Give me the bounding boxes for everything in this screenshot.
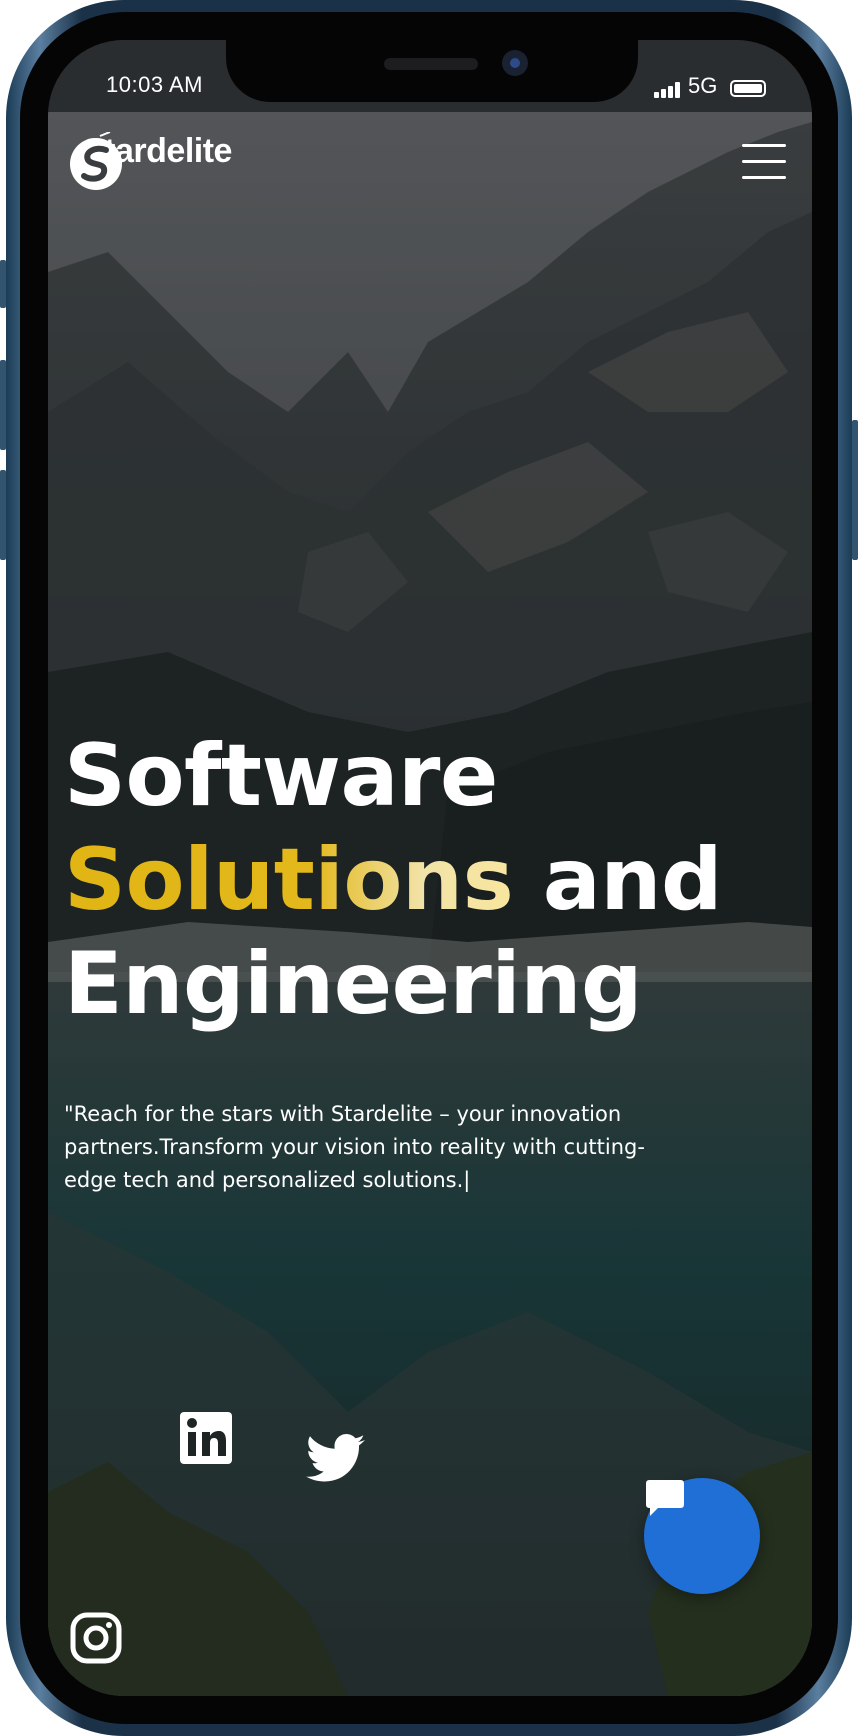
battery-icon (730, 80, 766, 97)
power-button (852, 420, 858, 560)
volume-down-button (0, 470, 6, 560)
hero-section: Stardelite Software Solutions and Engine… (48, 112, 812, 1696)
headline-and: and (513, 830, 723, 930)
linkedin-icon (180, 1412, 232, 1464)
notch (226, 40, 638, 102)
headline-line-2: Solutions and (64, 828, 723, 932)
volume-up-button (0, 360, 6, 450)
chat-button[interactable] (644, 1478, 760, 1594)
network-label: 5G (688, 73, 718, 98)
screen: 10:03 AM 5G Stardelite Software Solution… (48, 40, 812, 1696)
headline-accent: Solutions (64, 830, 514, 930)
hamburger-menu-icon[interactable] (742, 144, 786, 180)
camera-icon (502, 50, 528, 76)
signal-icon (654, 82, 684, 98)
stardelite-logo-icon (70, 132, 122, 190)
side-button (0, 260, 6, 308)
chat-bubble-icon (646, 1480, 684, 1516)
hero-tagline: "Reach for the stars with Stardelite – y… (64, 1102, 645, 1192)
twitter-icon (306, 1434, 365, 1482)
hero-headline: Software Solutions and Engineering (64, 724, 723, 1036)
brand-logo[interactable]: Stardelite (66, 132, 232, 190)
headline-line-1: Software (64, 726, 498, 826)
headline-line-3: Engineering (64, 934, 643, 1034)
instagram-icon (70, 1612, 122, 1664)
speaker (384, 58, 478, 70)
status-bar: 10:03 AM 5G (48, 40, 812, 112)
status-time: 10:03 AM (106, 72, 203, 97)
